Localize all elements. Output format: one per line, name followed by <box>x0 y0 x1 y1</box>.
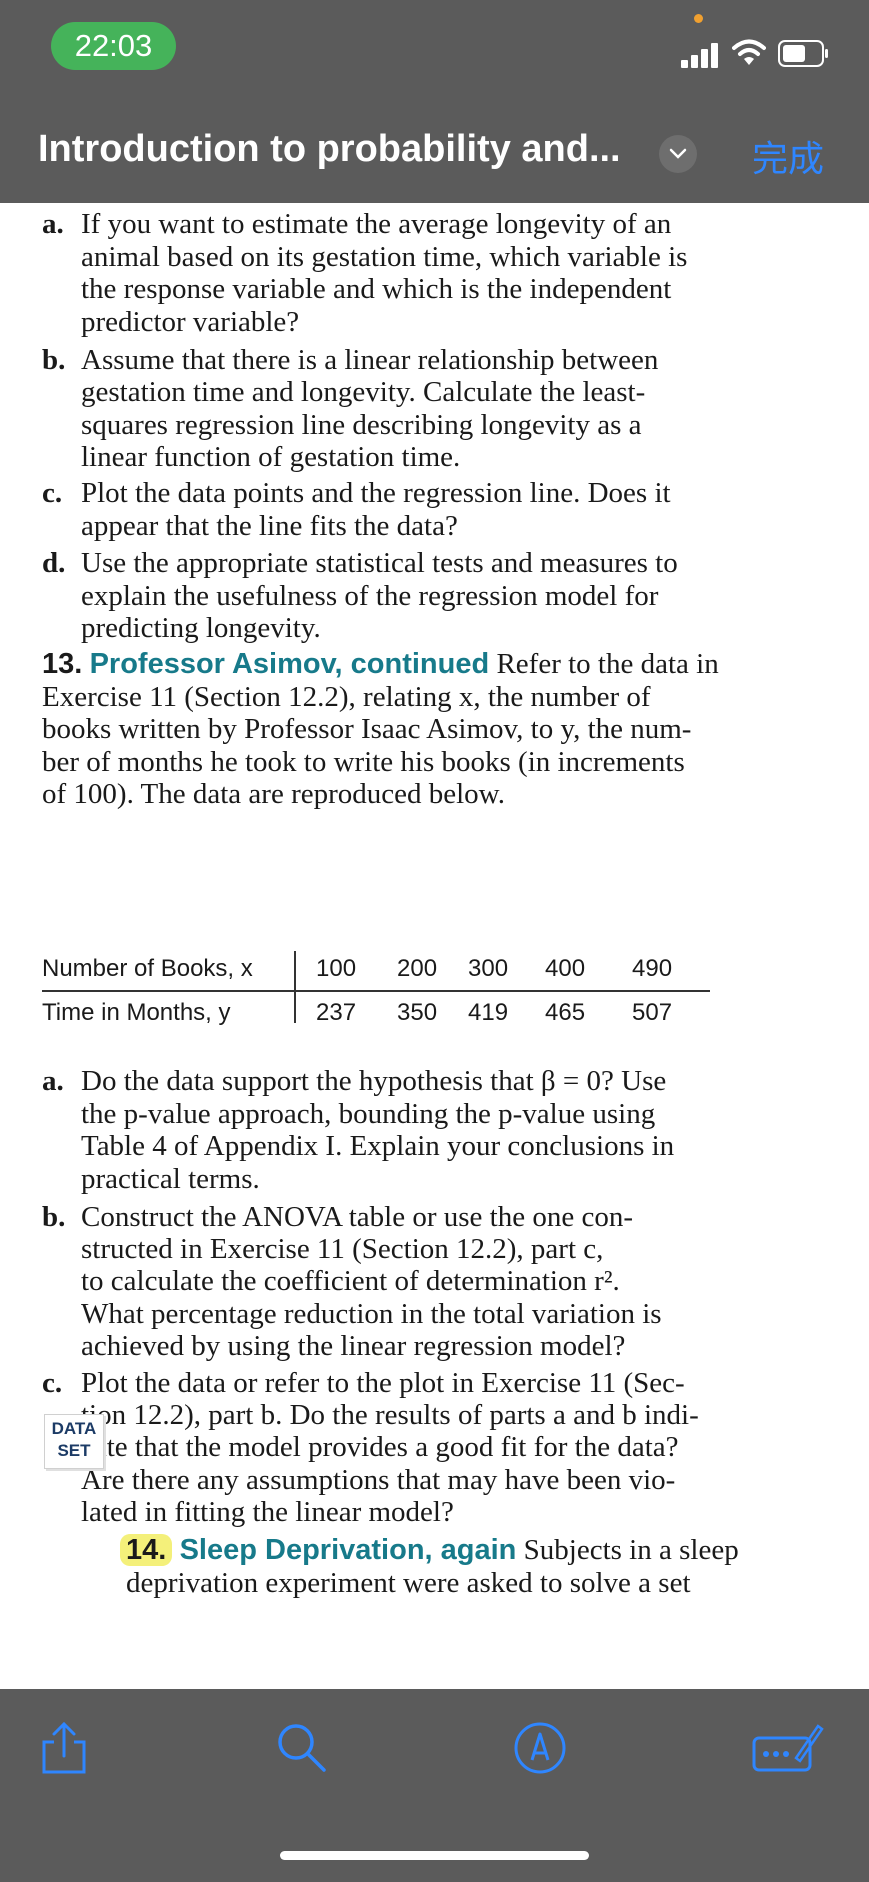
ex13-line-2: Exercise 11 (Section 12.2), relating x, … <box>42 681 651 713</box>
table-cell: 200 <box>397 955 438 982</box>
ex13b-line-1: Construct the ANOVA table or use the one… <box>81 1201 633 1233</box>
exercise-number: 13. <box>42 648 83 680</box>
ex13b-line-5: achieved by using the linear regression … <box>81 1330 626 1362</box>
table-cell: 100 <box>316 955 357 982</box>
ex12c-line-2: appear that the line fits the data? <box>81 510 458 542</box>
table-cell: 350 <box>397 999 438 1026</box>
ex13b-line-4: What percentage reduction in the total v… <box>81 1298 662 1330</box>
table-divider-horizontal <box>42 990 710 992</box>
ex12b-line-3: squares regression line describing longe… <box>81 409 642 441</box>
ex13c-line-3: cate that the model provides a good fit … <box>81 1431 679 1463</box>
home-indicator <box>280 1851 589 1860</box>
badge-line-1: DATA <box>51 1419 97 1438</box>
document-title[interactable]: Introduction to probability and... <box>38 128 621 171</box>
bottom-toolbar <box>0 1689 869 1882</box>
ex13a-line-4: practical terms. <box>81 1163 260 1195</box>
ex12d-line-3: predicting longevity. <box>81 612 321 644</box>
ex12a-line-2: animal based on its gestation time, whic… <box>81 241 688 273</box>
ex12b-line-2: gestation time and longevity. Calculate … <box>81 376 646 408</box>
table-cell: 490 <box>632 955 673 982</box>
list-item: a. <box>42 208 64 240</box>
status-time: 22:03 <box>51 22 176 70</box>
months-row-label: Time in Months, y <box>42 999 231 1026</box>
ex13-line-5: of 100). The data are reproduced below. <box>42 778 505 810</box>
ex13c-line-1: Plot the data or refer to the plot in Ex… <box>81 1367 685 1399</box>
ex13b-line-2: structed in Exercise 11 (Section 12.2), … <box>81 1233 604 1265</box>
ex13c-line-4: Are there any assumptions that may have … <box>81 1464 676 1496</box>
books-row-label: Number of Books, x <box>42 955 253 982</box>
ex13a-line-2: the p-value approach, bounding the p-val… <box>81 1098 656 1130</box>
table-cell: 507 <box>632 999 673 1026</box>
table-divider-vertical <box>294 951 296 1023</box>
ex12d-line-2: explain the usefulness of the regression… <box>81 580 659 612</box>
document-page: a. If you want to estimate the average l… <box>0 203 869 1689</box>
ex13-line-4: ber of months he took to write his books… <box>42 746 685 778</box>
table-cell: 237 <box>316 999 357 1026</box>
share-icon[interactable] <box>36 1720 92 1776</box>
ex13-heading-line: 13. Professor Asimov, continued Refer to… <box>42 646 719 682</box>
exercise-number: 14. <box>126 1534 167 1566</box>
ex12b-line-4: linear function of gestation time. <box>81 441 461 473</box>
data-set-badge: DATA SET <box>44 1414 104 1469</box>
mic-indicator-dot <box>694 14 703 23</box>
table-cell: 400 <box>545 955 586 982</box>
chevron-down-icon <box>669 148 687 159</box>
exercise-heading: Sleep Deprivation, again <box>179 1534 517 1566</box>
ex13b-label: b. <box>42 1201 66 1233</box>
highlight: 14. <box>120 1534 173 1566</box>
markup-icon[interactable] <box>512 1720 568 1776</box>
ex12d-label: d. <box>42 547 66 579</box>
ex13b-line-3: to calculate the coefficient of determin… <box>81 1265 620 1297</box>
ex13-line-3: books written by Professor Isaac Asimov,… <box>42 713 692 745</box>
wifi-icon <box>732 39 766 65</box>
ex12a-line-4: predictor variable? <box>81 306 300 338</box>
ex13a-label: a. <box>42 1065 64 1097</box>
ex13c-label: c. <box>42 1367 63 1399</box>
ex13c-line-5: lated in fitting the linear model? <box>81 1496 454 1528</box>
top-bar: 22:03 Introduction to probability and...… <box>0 0 869 203</box>
ex14-line-2: deprivation experiment were asked to sol… <box>126 1567 691 1599</box>
search-icon[interactable] <box>274 1720 330 1776</box>
ex12b-line-1: Assume that there is a linear relationsh… <box>81 344 659 376</box>
done-button[interactable]: 完成 <box>752 130 824 182</box>
ex13a-line-3: Table 4 of Appendix I. Explain your conc… <box>81 1130 675 1162</box>
battery-icon <box>778 40 828 67</box>
ex12b-label: b. <box>42 344 66 376</box>
table-cell: 300 <box>468 955 509 982</box>
ex14-line-1: Subjects in a sleep <box>523 1534 739 1566</box>
ex12c-label: c. <box>42 477 63 509</box>
cellular-signal-icon <box>681 43 718 68</box>
ex14-heading-line: 14. Sleep Deprivation, again Subjects in… <box>120 1532 739 1568</box>
table-cell: 419 <box>468 999 509 1026</box>
table-cell: 465 <box>545 999 586 1026</box>
ex12a-line-1: If you want to estimate the average long… <box>81 208 672 240</box>
badge-line-2: SET <box>57 1441 91 1460</box>
ex13c-line-2: tion 12.2), part b. Do the results of pa… <box>81 1399 699 1431</box>
title-dropdown-button[interactable] <box>659 135 697 173</box>
ex13a-line-1: Do the data support the hypothesis that … <box>81 1065 667 1097</box>
ex12a-line-3: the response variable and which is the i… <box>81 273 672 305</box>
ex13-line-1: Refer to the data in <box>496 648 719 680</box>
ex12d-line-1: Use the appropriate statistical tests an… <box>81 547 678 579</box>
ex12c-line-1: Plot the data points and the regression … <box>81 477 671 509</box>
exercise-heading: Professor Asimov, continued <box>89 648 490 680</box>
keyboard-edit-icon[interactable] <box>752 1720 824 1776</box>
